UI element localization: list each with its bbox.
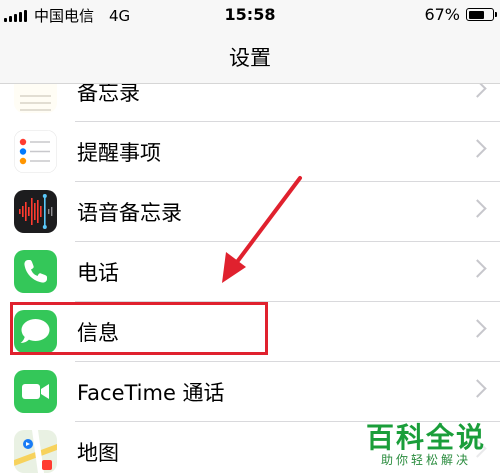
settings-row-phone[interactable]: 电话 (0, 242, 500, 302)
chevron-right-icon (468, 84, 487, 98)
watermark-title: 百科全说 (365, 421, 486, 454)
settings-row-label: 备忘录 (77, 84, 140, 105)
settings-row-label: FaceTime 通话 (77, 381, 225, 405)
chevron-right-icon (468, 379, 487, 398)
settings-row-notes[interactable]: 备忘录 (0, 84, 500, 122)
status-right: 67% (424, 5, 497, 24)
settings-row-voice-memos[interactable]: 语音备忘录 (0, 182, 500, 242)
page-title: 设置 (229, 46, 271, 70)
voice-memos-icon (14, 190, 57, 233)
settings-row-reminders[interactable]: 提醒事项 (0, 122, 500, 182)
phone-icon (14, 250, 57, 293)
navigation-bar: 设置 (0, 30, 500, 84)
settings-row-label: 地图 (77, 441, 119, 465)
settings-row-label: 电话 (77, 261, 119, 285)
settings-row-label: 提醒事项 (77, 141, 161, 165)
facetime-icon (14, 370, 57, 413)
chevron-right-icon (468, 199, 487, 218)
watermark-subtitle: 助你轻松解决 (380, 453, 471, 467)
battery-fill (468, 10, 484, 19)
chevron-right-icon (468, 139, 487, 158)
battery-icon (466, 8, 497, 21)
notes-icon (14, 84, 57, 113)
settings-row-facetime[interactable]: FaceTime 通话 (0, 362, 500, 422)
status-bar: 中国电信 4G 15:58 67% (0, 0, 500, 30)
settings-row-label: 语音备忘录 (77, 201, 182, 225)
settings-list[interactable]: 备忘录 提醒事项 语音备忘录 电话 信息 FaceTime 通话 地图 (0, 84, 500, 475)
reminders-icon (14, 130, 57, 173)
chevron-right-icon (468, 319, 487, 338)
chevron-right-icon (468, 259, 487, 278)
watermark-logo: 百科全说 助你轻松解决 (363, 421, 488, 467)
maps-icon (14, 430, 57, 473)
battery-percent: 67% (424, 5, 460, 24)
highlight-box (10, 302, 268, 355)
